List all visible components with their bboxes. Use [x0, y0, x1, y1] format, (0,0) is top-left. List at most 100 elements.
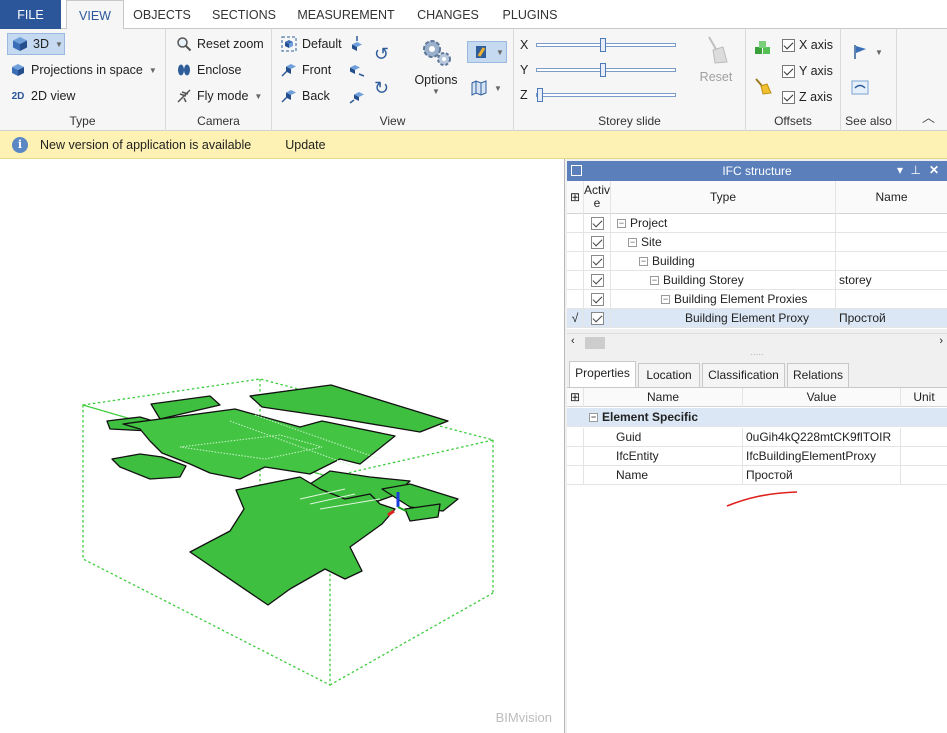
props-col-name[interactable]: Name — [584, 388, 743, 407]
collapse-icon[interactable]: − — [639, 257, 648, 267]
building-model[interactable] — [0, 159, 565, 733]
property-row[interactable]: Guid 0uGih4kQ228mtCK9flTOIR — [567, 428, 947, 447]
projections-button[interactable]: Projections in space ▼ — [9, 59, 157, 81]
side-view-button[interactable] — [348, 59, 368, 81]
z-axis-checkbox[interactable]: Z axis — [782, 86, 832, 108]
default-view-button[interactable]: Default — [280, 33, 342, 55]
rotate-cw-button[interactable]: ↻ — [374, 77, 394, 99]
tab-relations[interactable]: Relations — [787, 363, 849, 387]
collapse-icon[interactable]: − — [589, 413, 598, 423]
ifc-tree-row[interactable]: √ Building Element Proxy Простой — [567, 309, 947, 328]
collapse-icon[interactable]: − — [661, 295, 670, 305]
enclose-button[interactable]: Enclose — [175, 59, 241, 81]
active-checkbox[interactable] — [591, 274, 604, 287]
ifc-tree-row[interactable]: − Building Storey storey — [567, 271, 947, 290]
slider-x-thumb[interactable] — [600, 38, 607, 52]
active-checkbox[interactable] — [591, 255, 604, 268]
tab-plugins[interactable]: PLUGINS — [495, 0, 565, 29]
website-button[interactable] — [851, 77, 873, 99]
active-checkbox[interactable] — [591, 293, 604, 306]
slider-x[interactable]: X — [520, 36, 676, 54]
bottom-view-button[interactable] — [348, 85, 368, 107]
broom-icon — [708, 36, 728, 64]
back-view-button[interactable]: Back — [280, 85, 330, 107]
flag-button[interactable]: ▼ — [851, 41, 883, 63]
props-col-value[interactable]: Value — [743, 388, 901, 407]
y-axis-check[interactable] — [782, 64, 795, 78]
scroll-left-icon[interactable]: ‹ — [571, 335, 575, 347]
panel-pin-button[interactable]: ⊥ — [911, 163, 921, 177]
prop-value[interactable]: IfcBuildingElementProxy — [743, 447, 901, 466]
reset-zoom-button[interactable]: Reset zoom — [175, 33, 264, 55]
top-view-button[interactable] — [348, 33, 368, 55]
collapse-icon[interactable]: − — [650, 276, 659, 286]
fly-mode-button[interactable]: Fly mode ▼ — [175, 85, 262, 107]
back-view-label: Back — [302, 89, 330, 103]
col-type-header[interactable]: Type — [611, 181, 836, 214]
col-active-header[interactable]: Active — [584, 181, 611, 214]
tab-view[interactable]: VIEW — [66, 0, 124, 30]
row-active-cell — [584, 214, 611, 233]
tab-measurement[interactable]: MEASUREMENT — [292, 0, 400, 29]
ifc-tree-row[interactable]: − Building Element Proxies — [567, 290, 947, 309]
row-active-cell — [584, 309, 611, 328]
tab-changes[interactable]: CHANGES — [408, 0, 488, 29]
grid-options-button[interactable]: ⊞ — [567, 181, 584, 214]
prop-value[interactable]: Простой — [743, 466, 901, 485]
tab-file[interactable]: FILE — [0, 0, 61, 29]
tab-classification[interactable]: Classification — [702, 363, 785, 387]
tab-location[interactable]: Location — [638, 363, 700, 387]
tab-properties[interactable]: Properties — [569, 361, 636, 388]
active-checkbox[interactable] — [591, 312, 604, 325]
slider-x-track[interactable] — [536, 38, 676, 52]
property-row[interactable]: Name Простой — [567, 466, 947, 485]
z-axis-check[interactable] — [782, 90, 795, 104]
view-3d-button[interactable]: 3D ▼ — [7, 33, 65, 55]
collapse-ribbon-button[interactable]: ︿ — [922, 107, 935, 126]
3d-viewport[interactable]: BIMvision — [0, 159, 565, 733]
slider-z-thumb[interactable] — [537, 88, 543, 102]
offsets-cubes-button[interactable] — [754, 41, 772, 60]
slider-y[interactable]: Y — [520, 61, 676, 79]
collapse-icon[interactable]: − — [628, 238, 637, 248]
update-link[interactable]: Update — [285, 138, 325, 152]
x-axis-check[interactable] — [782, 38, 795, 52]
col-name-header[interactable]: Name — [836, 181, 947, 214]
reset-slide-button[interactable]: Reset — [692, 35, 740, 84]
slider-y-track[interactable] — [536, 63, 676, 77]
render-mode-button[interactable]: ▼ — [467, 41, 507, 63]
slider-y-thumb[interactable] — [600, 63, 607, 77]
props-col-unit[interactable]: Unit — [901, 388, 947, 407]
default-view-label: Default — [302, 37, 342, 51]
front-view-button[interactable]: Front — [280, 59, 331, 81]
scroll-right-icon[interactable]: › — [939, 335, 943, 347]
row-marker — [567, 271, 584, 290]
tab-objects[interactable]: OBJECTS — [128, 0, 196, 29]
ifc-tree-row[interactable]: − Site — [567, 233, 947, 252]
options-button[interactable]: Options ▼ — [410, 33, 462, 105]
website-icon — [851, 79, 869, 97]
ifc-tree-row[interactable]: − Project — [567, 214, 947, 233]
prop-value[interactable]: 0uGih4kQ228mtCK9flTOIR — [743, 428, 901, 447]
slider-z-track[interactable] — [536, 88, 676, 102]
rotate-ccw-button[interactable]: ↺ — [374, 43, 394, 65]
property-row[interactable]: IfcEntity IfcBuildingElementProxy — [567, 447, 947, 466]
props-options-button[interactable]: ⊞ — [567, 388, 584, 407]
ifc-horizontal-scrollbar[interactable]: ‹ › — [567, 333, 947, 351]
props-group-row[interactable]: − Element Specific — [567, 408, 947, 427]
scroll-thumb[interactable] — [585, 337, 605, 349]
offsets-clean-button[interactable] — [754, 77, 772, 98]
active-checkbox[interactable] — [591, 236, 604, 249]
active-checkbox[interactable] — [591, 217, 604, 230]
panel-close-button[interactable]: ✕ — [929, 163, 939, 177]
map-button[interactable]: ▼ — [470, 77, 510, 99]
x-axis-checkbox[interactable]: X axis — [782, 34, 833, 56]
slider-z[interactable]: Z — [520, 86, 676, 104]
ifc-tree-row[interactable]: − Building — [567, 252, 947, 271]
view-2d-button[interactable]: 2D 2D view — [9, 85, 76, 107]
y-axis-checkbox[interactable]: Y axis — [782, 60, 833, 82]
collapse-icon[interactable]: − — [617, 219, 626, 229]
panel-menu-button[interactable]: ▾ — [897, 163, 903, 177]
splitter-handle[interactable]: ····· — [567, 351, 947, 361]
tab-sections[interactable]: SECTIONS — [205, 0, 283, 29]
